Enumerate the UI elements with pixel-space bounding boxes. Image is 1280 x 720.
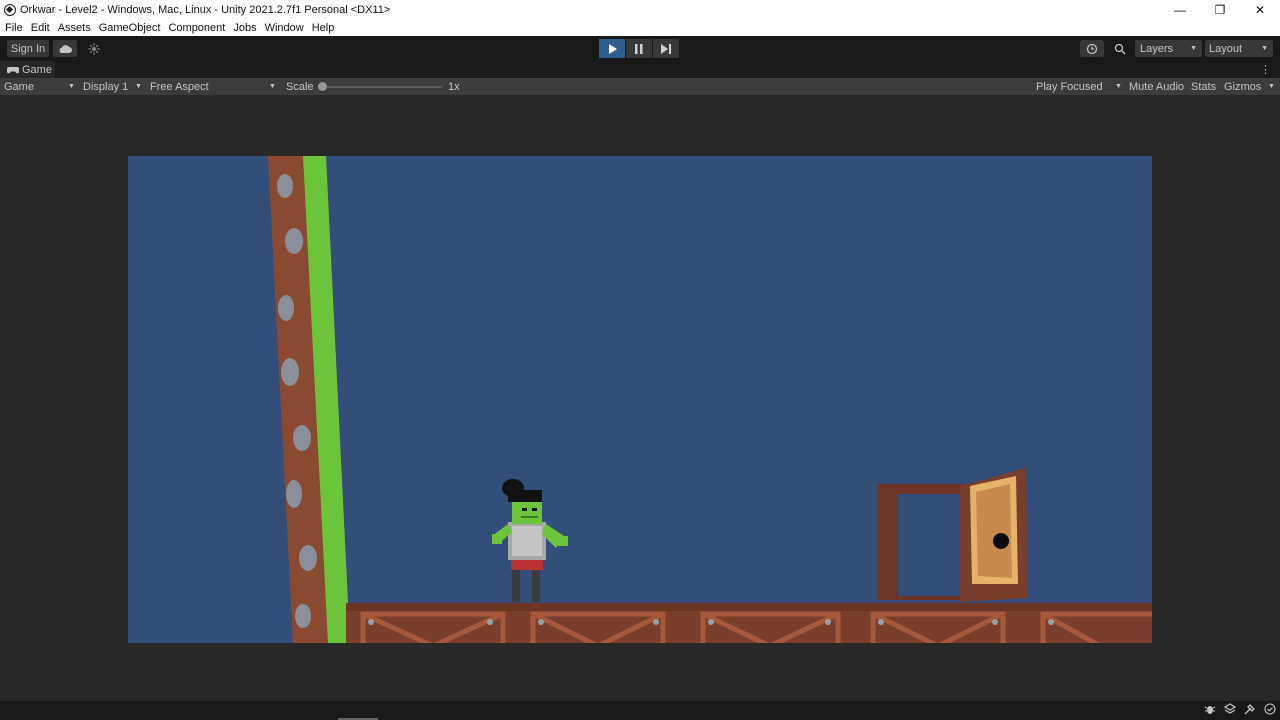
gizmos-dropdown[interactable]: Gizmos ▼ [1224, 78, 1278, 95]
cloud-icon [59, 44, 72, 53]
window-title: Orkwar - Level2 - Windows, Mac, Linux - … [20, 4, 391, 16]
cloud-button[interactable] [53, 40, 77, 57]
ground-platform [346, 603, 1152, 643]
tab-menu-button[interactable]: ⋮ [1260, 63, 1271, 76]
play-focused-dropdown[interactable]: Play Focused ▼ [1036, 78, 1122, 95]
scale-label: Scale [286, 80, 314, 93]
chevron-down-icon: ▼ [135, 83, 142, 90]
aspect-label: Free Aspect [150, 80, 209, 93]
tree-trunk [268, 156, 350, 643]
search-button[interactable] [1108, 40, 1132, 57]
chevron-down-icon: ▼ [269, 83, 276, 90]
game-view-controls: Game ▼ Display 1 ▼ Free Aspect ▼ Scale 1… [0, 78, 1280, 95]
playmode-controls [599, 39, 679, 58]
stats-toggle[interactable]: Stats [1191, 78, 1216, 95]
display-dropdown[interactable]: Display 1 ▼ [83, 78, 143, 95]
play-focused-label: Play Focused [1036, 80, 1103, 93]
exit-door [878, 468, 1028, 602]
chevron-down-icon: ▼ [68, 83, 75, 90]
scale-slider-track[interactable] [322, 86, 442, 88]
mute-audio-toggle[interactable]: Mute Audio [1129, 78, 1184, 95]
game-viewport [0, 95, 1280, 701]
status-bar [0, 701, 1280, 720]
chevron-down-icon: ▼ [1268, 83, 1275, 90]
pause-button[interactable] [626, 39, 652, 58]
menu-window[interactable]: Window [261, 20, 308, 36]
minimize-button[interactable]: — [1160, 0, 1200, 20]
layers-dropdown[interactable]: Layers ▼ [1135, 40, 1202, 57]
tab-game-label: Game [22, 63, 52, 76]
menu-gameobject[interactable]: GameObject [95, 20, 165, 36]
menu-jobs[interactable]: Jobs [229, 20, 260, 36]
menu-bar: File Edit Assets GameObject Component Jo… [0, 20, 1280, 36]
build-icon[interactable] [1244, 703, 1256, 715]
layers-icon[interactable] [1224, 703, 1236, 715]
scale-slider-handle[interactable] [318, 82, 327, 91]
mode-label: Game [4, 80, 34, 93]
tab-game[interactable]: Game [0, 61, 55, 78]
chevron-down-icon: ▼ [1190, 45, 1197, 52]
orc-character [492, 479, 568, 602]
display-label: Display 1 [83, 80, 129, 93]
step-button[interactable] [653, 39, 679, 58]
sign-in-button[interactable]: Sign In [7, 40, 49, 57]
menu-assets[interactable]: Assets [54, 20, 95, 36]
check-icon[interactable] [1264, 703, 1276, 715]
play-icon [608, 43, 617, 54]
restore-button[interactable]: ❐ [1200, 0, 1240, 20]
window-title-bar: Orkwar - Level2 - Windows, Mac, Linux - … [0, 0, 1280, 20]
unity-logo-icon [4, 4, 16, 16]
bug-icon[interactable] [1204, 703, 1216, 715]
history-icon [1086, 43, 1098, 54]
main-toolbar: Sign In Layers ▼ Layout ▼ [0, 36, 1280, 61]
scale-value: 1x [448, 80, 460, 93]
game-scene [268, 156, 1152, 643]
game-canvas[interactable] [128, 156, 1152, 643]
chevron-down-icon: ▼ [1261, 45, 1268, 52]
layout-label: Layout [1209, 42, 1243, 55]
menu-edit[interactable]: Edit [27, 20, 54, 36]
search-icon [1114, 43, 1126, 54]
menu-component[interactable]: Component [164, 20, 229, 36]
history-button[interactable] [1080, 40, 1104, 57]
step-icon [661, 43, 671, 54]
gamepad-icon [7, 67, 19, 74]
aspect-dropdown[interactable]: Free Aspect ▼ [150, 78, 278, 95]
menu-file[interactable]: File [0, 20, 27, 36]
collab-button[interactable] [83, 40, 105, 57]
layers-label: Layers [1140, 42, 1174, 55]
pause-icon [635, 43, 643, 54]
panel-tab-bar: Game ⋮ [0, 61, 1280, 78]
gizmos-label: Gizmos [1224, 80, 1262, 93]
play-button[interactable] [599, 39, 625, 58]
mode-dropdown[interactable]: Game ▼ [4, 78, 75, 95]
collab-icon [88, 42, 100, 55]
menu-help[interactable]: Help [308, 20, 339, 36]
close-button[interactable]: ✕ [1240, 0, 1280, 20]
layout-dropdown[interactable]: Layout ▼ [1205, 40, 1273, 57]
chevron-down-icon: ▼ [1115, 83, 1122, 90]
